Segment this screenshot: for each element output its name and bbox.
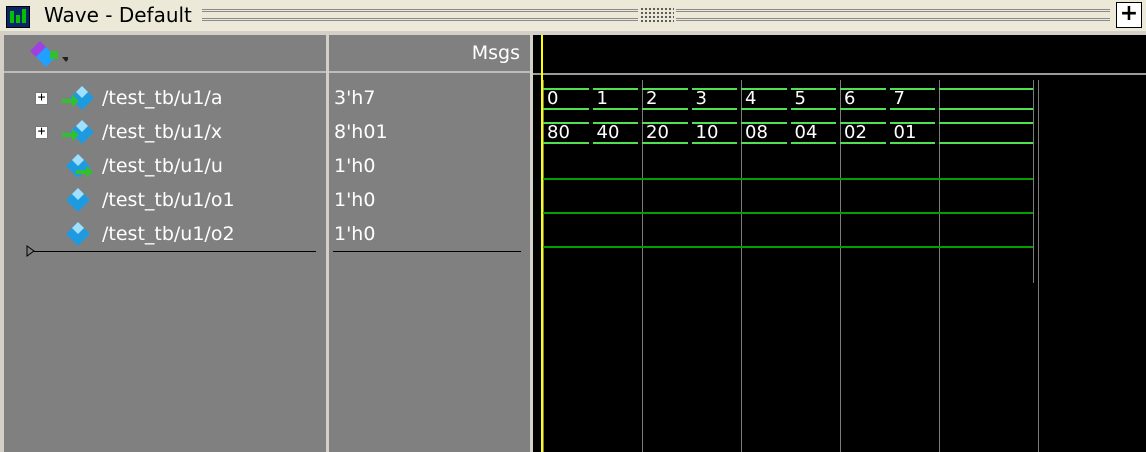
signal-row-o1[interactable]: /test_tb/u1/o1: [4, 185, 326, 215]
signal-name: /test_tb/u1/o2: [102, 223, 235, 245]
signal-row-u[interactable]: /test_tb/u1/u: [4, 151, 326, 181]
signal-value: 1'h0: [334, 155, 376, 177]
window-title: Wave - Default: [44, 3, 192, 27]
add-pane-button[interactable]: +: [1116, 2, 1142, 28]
logic-low-trace: [543, 246, 1033, 248]
bus-segment-tail: [939, 88, 1033, 110]
waveform-pane[interactable]: 0 1 2 3 4 5 6 7 80 40 20 10 08 04 02 01: [533, 35, 1146, 452]
values-pane[interactable]: Msgs 3'h7 8'h01 1'h0 1'h0 1'h0: [329, 35, 530, 452]
wave-window: Wave - Default + + /test_tb/u1/a + /test…: [0, 0, 1146, 452]
logic-low-trace: [543, 178, 1033, 180]
bus-value-label: 2: [646, 88, 658, 109]
expand-toggle-a[interactable]: +: [35, 91, 48, 105]
bus-value-label: 04: [794, 122, 818, 143]
signal-name: /test_tb/u1/x: [102, 121, 223, 143]
signal-name: /test_tb/u1/u: [102, 155, 223, 177]
wave-window-icon: [6, 6, 30, 28]
bus-value-label: 80: [547, 122, 570, 143]
grid-line: [1038, 80, 1039, 452]
signal-row-a[interactable]: + /test_tb/u1/a: [4, 83, 326, 113]
bus-segment-tail: [939, 122, 1033, 144]
bus-signal-icon: [62, 120, 94, 144]
signal-name: /test_tb/u1/o1: [102, 189, 235, 211]
signal-value: 8'h01: [334, 121, 388, 143]
bus-value-label: 0: [547, 88, 559, 109]
bus-value-label: 1: [596, 88, 608, 109]
values-header: Msgs: [329, 35, 530, 73]
title-grip-handle[interactable]: [640, 7, 674, 23]
bus-value-label: 5: [794, 88, 806, 109]
wave-header-separator: [533, 73, 1146, 75]
signal-row-x[interactable]: + /test_tb/u1/x: [4, 117, 326, 147]
signal-value: 3'h7: [334, 87, 376, 109]
names-header: [4, 35, 326, 73]
signal-names-pane[interactable]: + /test_tb/u1/a + /test_tb/u1/x /test_tb…: [4, 35, 326, 452]
signal-value: 1'h0: [334, 223, 376, 245]
wire-signal-icon: [66, 188, 90, 212]
logic-low-trace: [543, 212, 1033, 214]
input-signal-icon: [66, 154, 93, 178]
bus-value-label: 3: [695, 88, 707, 109]
expand-toggle-x[interactable]: +: [35, 125, 48, 139]
bus-value-label: 08: [745, 122, 768, 143]
msgs-header: Msgs: [471, 42, 520, 64]
wire-signal-icon: [66, 222, 90, 246]
signal-row-o2[interactable]: /test_tb/u1/o2: [4, 219, 326, 249]
wave-tools-dropdown-icon[interactable]: [28, 39, 68, 69]
bus-value-label: 7: [893, 88, 905, 109]
bus-value-label: 01: [893, 122, 917, 143]
values-insertion-line: [333, 251, 521, 252]
signal-name: /test_tb/u1/a: [102, 87, 223, 109]
signal-value: 1'h0: [334, 189, 376, 211]
bus-value-label: 02: [844, 122, 867, 143]
title-bar[interactable]: Wave - Default +: [0, 0, 1146, 31]
bus-value-label: 4: [745, 88, 757, 109]
bus-value-label: 6: [844, 88, 856, 109]
grid-line-end: [1033, 80, 1034, 283]
bus-value-label: 40: [596, 122, 620, 143]
title-grip-left[interactable]: [202, 9, 638, 21]
bus-value-label: 10: [695, 122, 719, 143]
bus-signal-icon: [62, 86, 94, 110]
bus-value-label: 20: [646, 122, 669, 143]
title-grip-right[interactable]: [676, 9, 1110, 21]
insertion-line: [34, 251, 316, 252]
